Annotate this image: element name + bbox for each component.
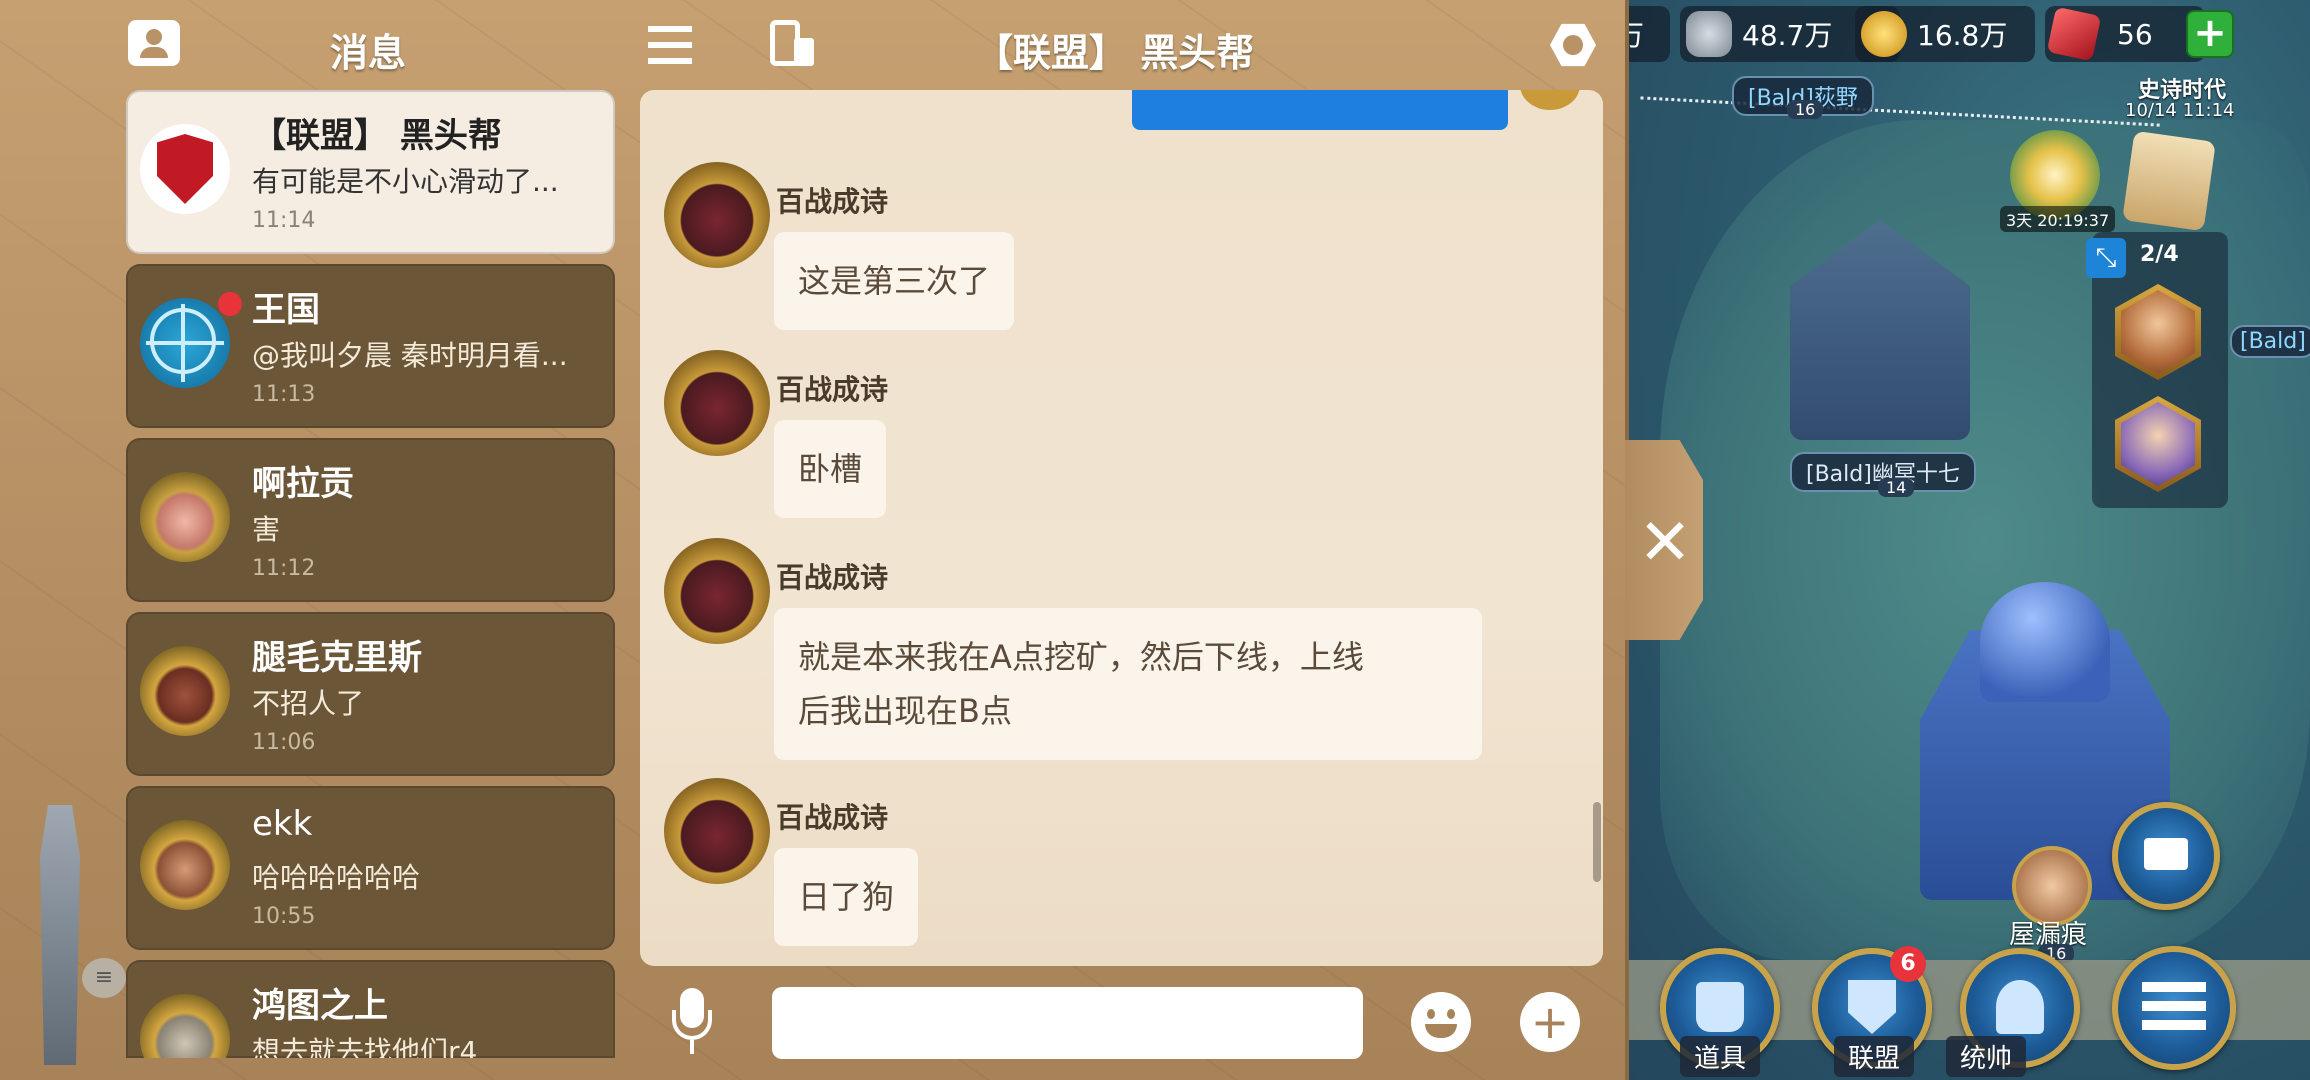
mail-button[interactable]	[2112, 802, 2220, 910]
close-icon[interactable]: ✕	[1630, 498, 1700, 588]
microphone-icon[interactable]	[670, 988, 714, 1056]
alliance-shield-icon	[140, 124, 230, 214]
settings-icon[interactable]	[1550, 23, 1596, 67]
own-avatar-partial	[1520, 90, 1580, 110]
add-attachment-button[interactable]: +	[1520, 992, 1580, 1052]
menu-list-icon	[2142, 982, 2206, 1030]
gold-value: 16.8万	[1917, 19, 2008, 52]
city-level: 16	[1787, 100, 1824, 119]
commander-label: 统帅	[1946, 1036, 2027, 1077]
sender-name: 百战成诗	[776, 801, 889, 834]
conversation-preview: 不招人了	[252, 687, 365, 720]
alliance-badge: 6	[1890, 946, 1926, 982]
contacts-icon[interactable]	[128, 20, 180, 66]
sender-name: 百战成诗	[776, 185, 889, 218]
conversation-item[interactable]: ekk 哈哈哈哈哈哈 10:55	[126, 786, 615, 950]
conversation-item[interactable]: 腿毛克里斯 不招人了 11:06	[126, 612, 615, 776]
gold-resource[interactable]: 16.8万	[1855, 6, 2035, 62]
conversation-item[interactable]: 啊拉贡 害 11:12	[126, 438, 615, 602]
gem-icon	[2046, 6, 2102, 62]
own-message-bubble-partial	[1132, 90, 1508, 130]
alliance-label: 联盟	[1834, 1036, 1915, 1077]
conversation-time: 10:55	[252, 904, 316, 929]
sender-avatar[interactable]	[664, 162, 770, 268]
main-menu-button[interactable]	[2112, 946, 2236, 1070]
conversation-preview: 哈哈哈哈哈哈	[252, 861, 421, 894]
user-avatar	[140, 646, 230, 736]
envelope-icon	[2144, 838, 2188, 870]
conversation-name: 啊拉贡	[252, 464, 354, 504]
message-bubble[interactable]: 日了狗	[774, 848, 919, 946]
message-line: 后我出现在B点	[798, 692, 1012, 730]
message-bubble[interactable]: 就是本来我在A点挖矿，然后下线，上线 后我出现在B点	[774, 608, 1482, 760]
conversation-time: 11:12	[252, 556, 316, 581]
helmet-icon	[1996, 980, 2044, 1034]
sender-avatar[interactable]	[664, 350, 770, 456]
gold-coin-icon	[1861, 11, 1907, 57]
city-label-bald[interactable]: [Bald]	[2230, 325, 2310, 358]
conversation-preview: 有可能是不小心滑动了...	[252, 165, 559, 198]
sender-name: 百战成诗	[776, 561, 889, 594]
conversation-name: ekk	[252, 804, 313, 844]
city-level: 14	[1878, 478, 1915, 497]
user-avatar	[140, 820, 230, 910]
sender-name: 百战成诗	[776, 373, 889, 406]
stone-icon	[1686, 11, 1732, 57]
sender-avatar[interactable]	[664, 778, 770, 884]
stone-value: 48.7万	[1742, 19, 1833, 52]
city-hall-dome	[1980, 582, 2110, 702]
add-gems-button[interactable]: +	[2186, 10, 2234, 58]
unread-dot	[218, 292, 242, 316]
conversation-name: 王国	[252, 290, 320, 330]
conversation-time: 11:06	[252, 730, 316, 755]
expand-icon[interactable]: ⤡	[2086, 238, 2126, 278]
era-time: 10/14 11:14	[2125, 100, 2235, 121]
chat-title: 【联盟】 黑头帮	[975, 31, 1255, 75]
phone-icon-part	[794, 38, 814, 66]
message-bubble[interactable]: 这是第三次了	[774, 232, 1015, 330]
chat-bubble-icon[interactable]: ≡	[82, 958, 126, 998]
conversation-name: 腿毛克里斯	[252, 638, 422, 678]
conversation-item[interactable]: 【联盟】 黑头帮 有可能是不小心滑动了... 11:14	[126, 90, 615, 254]
message-line: 就是本来我在A点挖矿，然后下线，上线	[798, 638, 1364, 676]
commander-count: 2/4	[2140, 242, 2179, 267]
chest-timer: 3天 20:19:37	[2000, 206, 2116, 232]
message-list[interactable]: 百战成诗 这是第三次了 百战成诗 卧槽 百战成诗 就是本来我在A点挖矿，然后下线…	[640, 90, 1603, 966]
sender-avatar[interactable]	[664, 538, 770, 644]
conversation-item[interactable]: 鸿图之上 想去就去找他们r4	[126, 960, 615, 1058]
conversation-preview: @我叫夕晨 秦时明月看...	[252, 339, 568, 372]
conversation-time: 11:13	[252, 382, 316, 407]
conversation-name: 【联盟】 黑头帮	[252, 116, 502, 156]
globe-icon	[140, 298, 230, 388]
conversation-item[interactable]: 王国 @我叫夕晨 秦时明月看... 11:13	[126, 264, 615, 428]
conversation-name: 鸿图之上	[252, 986, 388, 1026]
scrollbar[interactable]	[1593, 802, 1601, 882]
messages-title: 消息	[330, 31, 407, 75]
list-icon[interactable]	[648, 26, 692, 64]
conversation-preview: 想去就去找他们r4	[252, 1035, 478, 1058]
conversation-preview: 害	[252, 513, 281, 546]
user-avatar	[140, 994, 230, 1058]
user-avatar	[140, 472, 230, 562]
gem-resource[interactable]: 56	[2045, 6, 2205, 62]
chat-header: 消息 【联盟】 黑头帮	[0, 0, 1625, 90]
conversation-time: 11:14	[252, 208, 316, 233]
gem-value: 56	[2117, 17, 2153, 51]
quest-scroll-icon[interactable]	[2122, 130, 2216, 232]
message-input[interactable]	[772, 987, 1363, 1059]
shield-icon	[1848, 980, 1896, 1034]
message-bubble[interactable]: 卧槽	[774, 420, 887, 518]
bag-icon	[1696, 982, 1744, 1032]
items-label: 道具	[1680, 1036, 1761, 1077]
emoji-icon[interactable]	[1411, 992, 1471, 1052]
